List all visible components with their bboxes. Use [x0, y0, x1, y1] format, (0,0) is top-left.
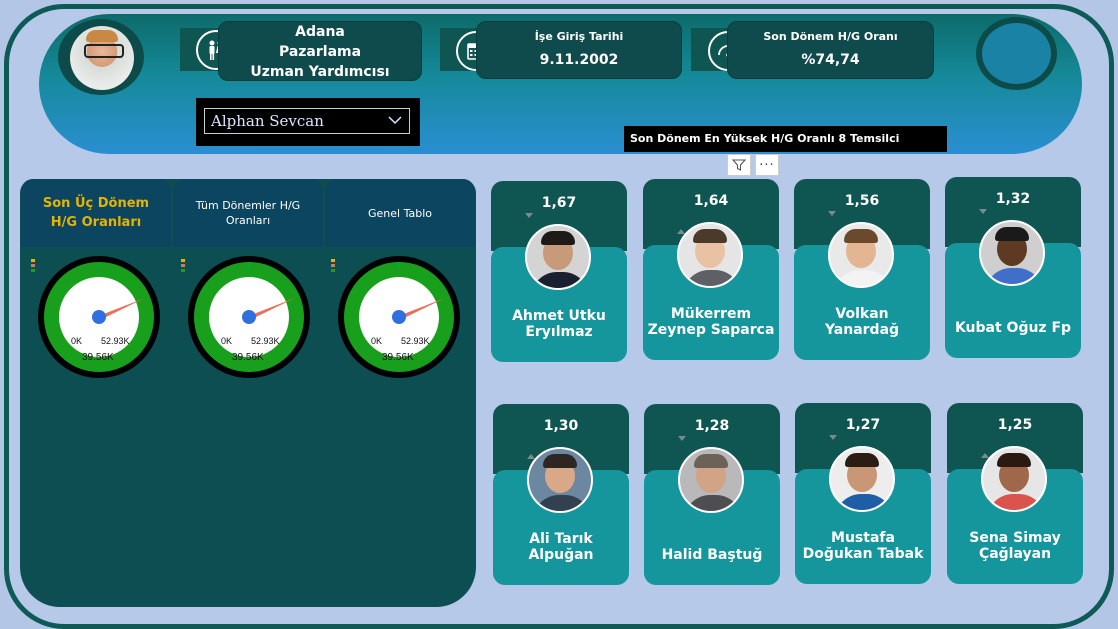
gauge-value-label: 39.56K: [82, 352, 114, 363]
department-city: Adana: [295, 24, 345, 40]
employee-card[interactable]: 1,25 Sena Simay Çağlayan: [947, 403, 1083, 584]
gauge-hub: [92, 310, 106, 324]
tab-last-three-periods[interactable]: Son Üç Dönem H/G Oranları: [21, 179, 171, 247]
gauge-max-label: 52.93K: [401, 336, 430, 346]
decorative-ring: [976, 17, 1057, 90]
employee-card[interactable]: 1,56 Volkan Yanardağ: [794, 179, 930, 360]
tab-label: Tüm Dönemler H/G Oranları: [195, 199, 301, 227]
department-name: Pazarlama: [278, 44, 362, 60]
gauge-min-label: 0K: [371, 336, 383, 346]
employee-photo: [678, 447, 744, 513]
gauge-chart: 0K 52.93K 39.56K: [338, 256, 461, 386]
gauge-value-label: 39.56K: [232, 352, 264, 363]
employee-photo: [829, 446, 895, 512]
employee-photo: [525, 224, 591, 290]
trend-arrow-icon: [678, 436, 686, 441]
employee-card[interactable]: 1,67 Ahmet Utku Eryılmaz: [491, 181, 627, 362]
top8-title: Son Dönem En Yüksek H/G Oranlı 8 Temsilc…: [624, 126, 947, 152]
gauge-min-label: 0K: [71, 336, 83, 346]
dropdown-selected-value: Alphan Sevcan: [211, 112, 324, 130]
employee-card[interactable]: 1,30 Ali Tarık Alpuğan: [493, 404, 629, 585]
gauge-max-label: 52.93K: [251, 336, 280, 346]
employee-photo: [828, 222, 894, 288]
gauge-hub: [242, 310, 256, 324]
department-title: Uzman Yardımcısı: [250, 64, 390, 80]
filter-icon: [732, 159, 746, 171]
employee-card[interactable]: 1,28 Halid Baştuğ: [644, 404, 780, 585]
hire-date-value: 9.11.2002: [539, 52, 619, 68]
trend-arrow-icon: [979, 209, 987, 214]
tab-all-periods[interactable]: Tüm Dönemler H/G Oranları: [173, 179, 323, 247]
employee-photo: [677, 222, 743, 288]
department-card: Adana Pazarlama Uzman Yardımcısı: [218, 21, 422, 81]
gauge-value-label: 39.56K: [382, 352, 414, 363]
ratio-label: Son Dönem H/G Oranı: [763, 30, 898, 43]
employee-photo: [527, 447, 593, 513]
more-options-button[interactable]: ···: [755, 154, 779, 176]
more-icon: ···: [759, 157, 775, 173]
gauge-max-label: 52.93K: [101, 336, 130, 346]
ratio-value: %74,74: [801, 52, 860, 68]
representative-dropdown[interactable]: Alphan Sevcan: [204, 108, 410, 134]
employee-card[interactable]: 1,64 Mükerrem Zeynep Saparca: [643, 179, 779, 360]
chevron-down-icon: [388, 116, 402, 125]
trend-arrow-icon: [828, 211, 836, 216]
gauge-hub: [392, 310, 406, 324]
gauge-chart: 0K 52.93K 39.56K: [188, 256, 311, 386]
representative-slicer: Alphan Sevcan: [196, 98, 420, 146]
hire-date-card: İşe Giriş Tarihi 9.11.2002: [476, 21, 682, 79]
employee-card[interactable]: 1,27 Mustafa Doğukan Tabak: [795, 403, 931, 584]
trend-arrow-icon: [525, 213, 533, 218]
trend-arrow-icon: [829, 435, 837, 440]
employee-photo: [981, 446, 1047, 512]
tab-label: Genel Tablo: [368, 206, 432, 220]
tab-general-table[interactable]: Genel Tablo: [325, 179, 475, 247]
employee-photo: [979, 220, 1045, 286]
ratio-card: Son Dönem H/G Oranı %74,74: [727, 21, 934, 79]
employee-card[interactable]: 1,32 Kubat Oğuz Fp: [945, 177, 1081, 358]
profile-avatar: [70, 26, 134, 90]
filter-button[interactable]: [727, 154, 751, 176]
tab-label: Son Üç Dönem H/G Oranları: [42, 196, 150, 230]
gauge-min-label: 0K: [221, 336, 233, 346]
hire-date-label: İşe Giriş Tarihi: [534, 30, 624, 43]
gauge-chart: 0K 52.93K 39.56K: [38, 256, 161, 386]
